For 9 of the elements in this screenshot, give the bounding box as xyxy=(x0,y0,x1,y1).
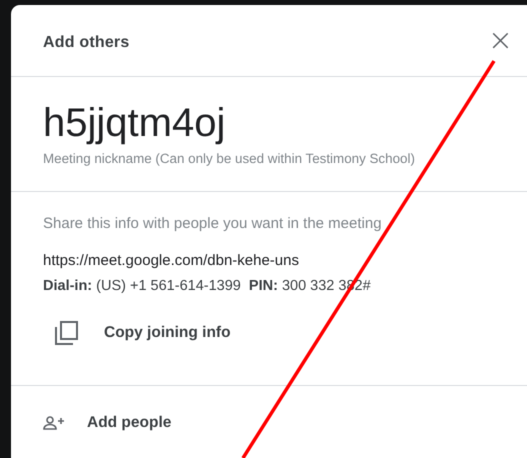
nickname-caption: Meeting nickname (Can only be used within Testimony School) xyxy=(43,151,416,166)
add-people-button[interactable]: Add people xyxy=(11,414,172,432)
copy-icon xyxy=(53,320,79,346)
close-button[interactable]: × xyxy=(484,26,517,56)
copy-joining-info-button[interactable]: Copy joining info xyxy=(43,320,231,346)
add-person-icon xyxy=(43,416,65,430)
meeting-nickname: h5jjqtm4oj xyxy=(43,100,226,147)
dialog-title: Add others xyxy=(43,32,130,52)
share-hint: Share this info with people you want in the meeting xyxy=(43,215,383,232)
